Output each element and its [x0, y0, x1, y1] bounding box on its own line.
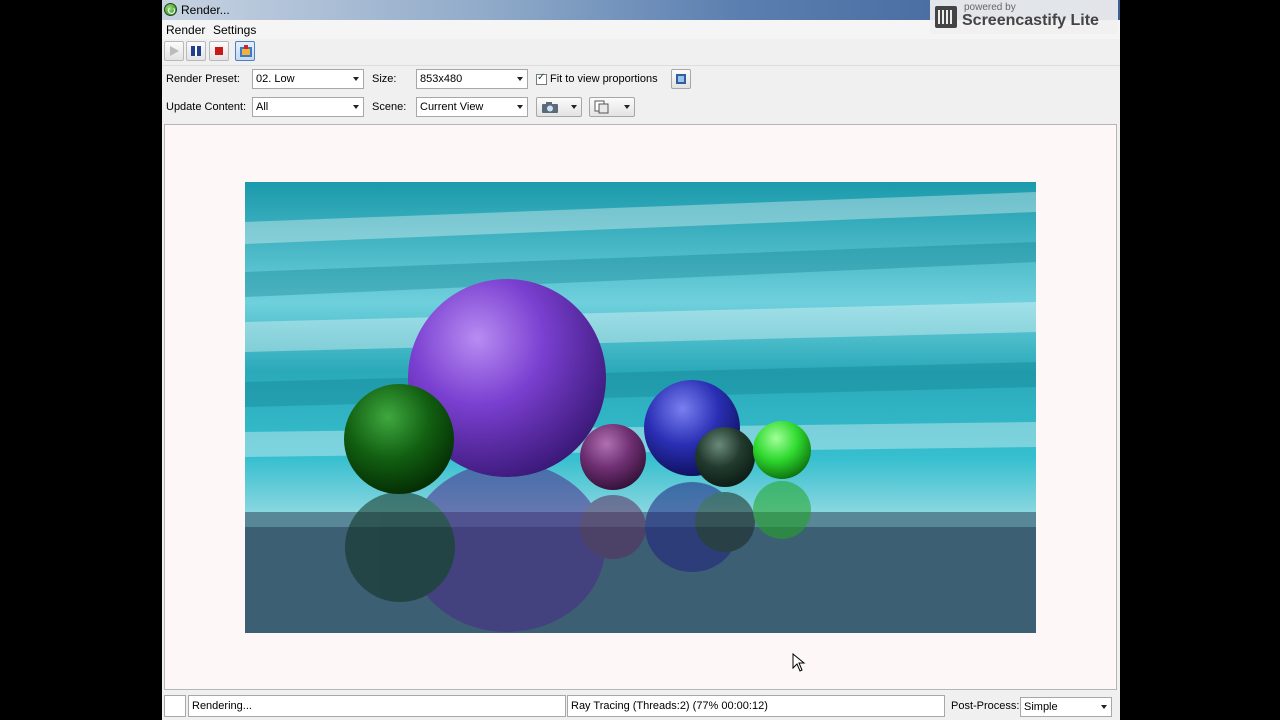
rendered-image [245, 182, 1036, 633]
layout-dropdown-button[interactable] [589, 97, 635, 117]
fit-to-view-label: Fit to view proportions [550, 73, 658, 85]
scene-select[interactable]: Current View [416, 97, 528, 117]
scene-label: Scene: [372, 101, 407, 113]
chevron-down-icon [1101, 705, 1107, 709]
app-icon [164, 3, 177, 16]
desktop-background-right [1120, 0, 1280, 720]
size-value: 853x480 [420, 73, 463, 85]
size-select[interactable]: 853x480 [416, 69, 528, 89]
size-label: Size: [372, 73, 397, 85]
render-progress-text: Ray Tracing (Threads:2) (77% 00:00:12) [567, 695, 945, 717]
fit-view-button[interactable] [671, 69, 691, 89]
windows-icon [594, 100, 609, 114]
screencastify-watermark: powered by Screencastify Lite [930, 0, 1118, 34]
menu-render[interactable]: Render [166, 23, 205, 37]
post-process-value: Simple [1024, 701, 1058, 713]
start-render-button[interactable] [164, 41, 184, 61]
stop-icon [215, 47, 223, 55]
render-preset-value: 02. Low [256, 73, 295, 85]
fit-screen-icon [676, 74, 686, 84]
chevron-down-icon [517, 105, 523, 109]
post-process-label: Post-Process: [951, 700, 1020, 712]
preset-row: Render Preset: 02. Low Size: 853x480 Fit… [162, 66, 1120, 94]
pause-icon [191, 46, 201, 56]
fit-to-view-checkbox[interactable] [536, 72, 547, 85]
post-process-select[interactable]: Simple [1020, 697, 1112, 717]
window-title: Render... [181, 3, 230, 17]
chevron-down-icon [571, 105, 577, 109]
scene-row: Update Content: All Scene: Current View [162, 94, 1120, 122]
stop-render-button[interactable] [209, 41, 229, 61]
status-bar: Rendering... Ray Tracing (Threads:2) (77… [162, 692, 1120, 720]
render-preset-label: Render Preset: [166, 73, 240, 85]
render-preset-select[interactable]: 02. Low [252, 69, 364, 89]
camera-dropdown-button[interactable] [536, 97, 582, 117]
chevron-down-icon [517, 77, 523, 81]
status-text: Rendering... [188, 695, 566, 717]
play-icon [170, 46, 179, 56]
film-strip-icon [935, 6, 957, 28]
camera-icon [542, 102, 558, 113]
toolbar [162, 39, 1120, 66]
pause-render-button[interactable] [186, 41, 206, 61]
desktop-background-left [0, 0, 162, 720]
chevron-down-icon [624, 105, 630, 109]
status-icon-box [164, 695, 186, 717]
save-image-button[interactable] [235, 41, 255, 61]
mouse-cursor-icon [792, 653, 806, 672]
scene-value: Current View [420, 101, 484, 113]
chevron-down-icon [353, 105, 359, 109]
render-canvas-area[interactable] [164, 124, 1117, 690]
update-content-select[interactable]: All [252, 97, 364, 117]
chevron-down-icon [353, 77, 359, 81]
update-content-label: Update Content: [166, 101, 247, 113]
save-image-icon [240, 45, 252, 57]
render-window: Render... Render Settings Render Preset:… [162, 0, 1120, 720]
menu-settings[interactable]: Settings [213, 23, 256, 37]
watermark-brand: Screencastify Lite [962, 12, 1099, 29]
update-content-value: All [256, 101, 269, 113]
